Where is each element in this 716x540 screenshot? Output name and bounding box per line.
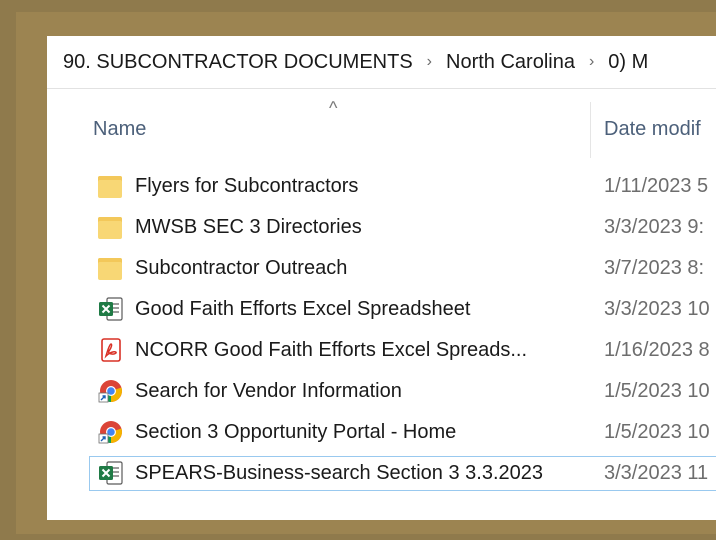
chrome-shortcut-icon xyxy=(98,378,124,404)
excel-icon xyxy=(98,460,124,486)
file-list: Flyers for Subcontractors 1/11/2023 5 MW… xyxy=(47,167,716,495)
file-name: SPEARS-Business-search Section 3 3.3.202… xyxy=(135,462,543,484)
file-date: 3/3/2023 10 xyxy=(604,298,710,320)
file-name: Section 3 Opportunity Portal - Home xyxy=(135,421,457,443)
file-date: 1/16/2023 8 xyxy=(604,339,710,361)
column-header-row: ^ Name Date modif xyxy=(47,98,716,158)
file-row[interactable]: Search for Vendor Information 1/5/2023 1… xyxy=(47,372,716,413)
pdf-icon xyxy=(98,337,124,363)
sort-ascending-icon: ^ xyxy=(329,98,338,118)
file-date: 3/3/2023 11 xyxy=(604,462,709,484)
breadcrumb-separator-icon[interactable]: › xyxy=(579,53,604,71)
file-date: 3/3/2023 9: xyxy=(604,216,705,238)
file-explorer-window: 90. SUBCONTRACTOR DOCUMENTS › North Caro… xyxy=(47,36,716,520)
file-row[interactable]: Section 3 Opportunity Portal - Home 1/5/… xyxy=(47,413,716,454)
folder-icon xyxy=(98,214,124,240)
chrome-shortcut-icon xyxy=(98,419,124,445)
column-divider[interactable] xyxy=(590,102,591,158)
breadcrumb: 90. SUBCONTRACTOR DOCUMENTS › North Caro… xyxy=(47,36,716,89)
column-header-date-modified[interactable]: Date modif xyxy=(604,118,701,141)
file-name: MWSB SEC 3 Directories xyxy=(135,216,362,238)
file-row-selected[interactable]: SPEARS-Business-search Section 3 3.3.202… xyxy=(47,454,716,495)
breadcrumb-item-subcontractor-documents[interactable]: 90. SUBCONTRACTOR DOCUMENTS xyxy=(47,51,417,74)
file-name: Search for Vendor Information xyxy=(135,380,402,402)
file-date: 1/5/2023 10 xyxy=(604,421,710,443)
file-date: 3/7/2023 8: xyxy=(604,257,705,279)
file-name: NCORR Good Faith Efforts Excel Spreads..… xyxy=(135,339,528,361)
file-date: 1/5/2023 10 xyxy=(604,380,710,402)
folder-icon xyxy=(98,173,124,199)
breadcrumb-separator-icon[interactable]: › xyxy=(417,53,442,71)
file-row[interactable]: NCORR Good Faith Efforts Excel Spreads..… xyxy=(47,331,716,372)
file-name: Subcontractor Outreach xyxy=(135,257,348,279)
breadcrumb-item-current[interactable]: 0) M xyxy=(604,51,652,74)
column-header-name[interactable]: Name xyxy=(93,118,146,141)
breadcrumb-item-north-carolina[interactable]: North Carolina xyxy=(442,51,579,74)
file-name: Flyers for Subcontractors xyxy=(135,175,359,197)
file-row[interactable]: Good Faith Efforts Excel Spreadsheet 3/3… xyxy=(47,290,716,331)
file-row[interactable]: Flyers for Subcontractors 1/11/2023 5 xyxy=(47,167,716,208)
file-name: Good Faith Efforts Excel Spreadsheet xyxy=(135,298,471,320)
file-row[interactable]: Subcontractor Outreach 3/7/2023 8: xyxy=(47,249,716,290)
folder-icon xyxy=(98,255,124,281)
file-date: 1/11/2023 5 xyxy=(604,175,709,197)
excel-icon xyxy=(98,296,124,322)
file-row[interactable]: MWSB SEC 3 Directories 3/3/2023 9: xyxy=(47,208,716,249)
